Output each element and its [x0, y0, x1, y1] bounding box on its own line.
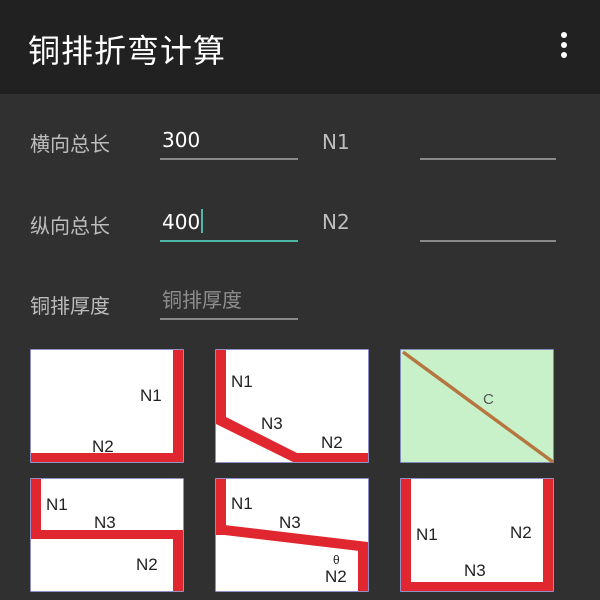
- thickness-input[interactable]: 铜排厚度: [160, 286, 298, 320]
- diagram-2-label-n2: N2: [321, 433, 343, 452]
- vertical-length-value: 400: [162, 210, 201, 234]
- diagram-5-label-theta: θ: [333, 553, 340, 567]
- diagram-5-label-n3: N3: [279, 513, 301, 532]
- diagram-6-label-n1: N1: [416, 525, 438, 544]
- diagram-4-label-n1: N1: [46, 495, 68, 514]
- diagram-2-label-n1: N1: [231, 372, 253, 391]
- diagram-5-label-n2: N2: [325, 567, 347, 586]
- diagram-3-label-c: C: [483, 391, 494, 408]
- n2-label: N2: [322, 210, 350, 234]
- horizontal-length-value: 300: [162, 128, 201, 152]
- vertical-length-input[interactable]: 400: [160, 208, 298, 242]
- thickness-placeholder: 铜排厚度: [162, 288, 242, 312]
- vertical-length-label: 纵向总长: [30, 214, 110, 238]
- n1-label: N1: [322, 130, 350, 154]
- more-options-icon[interactable]: [552, 32, 576, 62]
- text-cursor: [201, 209, 204, 233]
- horizontal-length-label: 横向总长: [30, 132, 110, 156]
- n2-input[interactable]: [420, 208, 556, 242]
- app-title: 铜排折弯计算: [28, 32, 227, 70]
- diagram-5-label-n1: N1: [231, 494, 253, 513]
- diagram-1-label-n1: N1: [140, 386, 162, 405]
- bend-type-u-shape[interactable]: N1 N2 N3: [400, 478, 554, 592]
- diagram-1-label-n2: N2: [92, 437, 114, 456]
- bend-type-diagonal[interactable]: C: [400, 349, 554, 463]
- bend-type-l-shape[interactable]: N1 N2: [30, 349, 184, 463]
- diagram-4-label-n2: N2: [136, 555, 158, 574]
- n1-input[interactable]: [420, 126, 556, 160]
- thickness-label: 铜排厚度: [30, 294, 110, 318]
- horizontal-length-input[interactable]: 300: [160, 126, 298, 160]
- diagram-6-label-n3: N3: [464, 561, 486, 580]
- diagram-2-label-n3: N3: [261, 414, 283, 433]
- diagram-6-label-n2: N2: [510, 523, 532, 542]
- diagram-4-label-n3: N3: [94, 513, 116, 532]
- bend-type-chamfer[interactable]: N1 N3 N2: [215, 349, 369, 463]
- app-bar: 铜排折弯计算: [0, 0, 600, 94]
- bend-type-angled[interactable]: N1 N3 θ N2: [215, 478, 369, 592]
- bend-type-z-shape[interactable]: N1 N3 N2: [30, 478, 184, 592]
